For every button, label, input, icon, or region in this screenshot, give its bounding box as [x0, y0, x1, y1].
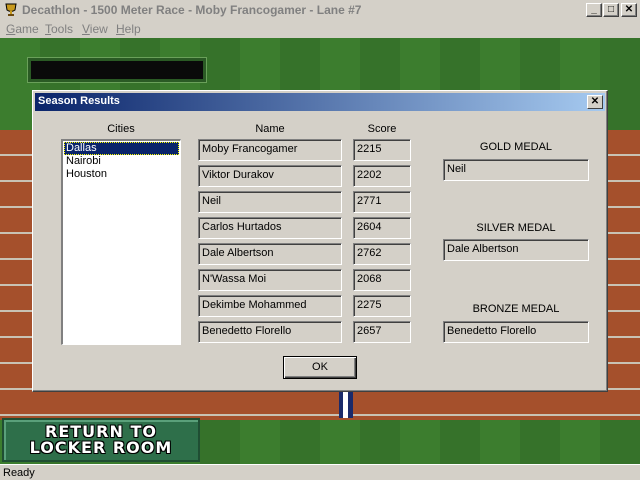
bronze-medal-label: BRONZE MEDAL: [472, 303, 560, 315]
dialog-title: Season Results: [38, 95, 120, 107]
title-bar: Decathlon - 1500 Meter Race - Moby Franc…: [0, 0, 640, 20]
menu-tools[interactable]: Tools: [45, 22, 73, 36]
lane-marker: [339, 392, 353, 418]
score-field-6: 2068: [353, 269, 411, 291]
trophy-app-icon: [5, 3, 17, 16]
bronze-medal-field: Benedetto Florello: [443, 321, 589, 343]
score-field-2: 2202: [353, 165, 411, 187]
score-header: Score: [367, 123, 397, 135]
locker-label-line2: LOCKER ROOM: [29, 438, 173, 457]
minimize-button[interactable]: _: [586, 3, 602, 17]
score-field-7: 2275: [353, 295, 411, 317]
dialog-title-bar: Season Results ✕: [35, 93, 605, 111]
name-field-2: Viktor Durakov: [198, 165, 342, 187]
score-field-1: 2215: [353, 139, 411, 161]
name-field-1: Moby Francogamer: [198, 139, 342, 161]
return-to-locker-room-button[interactable]: RETURN TO LOCKER ROOM: [2, 418, 200, 462]
name-header: Name: [255, 123, 285, 135]
maximize-button[interactable]: □: [603, 3, 619, 17]
season-results-dialog: Season Results ✕ Cities Name Score Dalla…: [32, 90, 608, 392]
city-item-houston[interactable]: Houston: [64, 168, 179, 181]
name-field-8: Benedetto Florello: [198, 321, 342, 343]
status-text: Ready: [3, 467, 35, 479]
close-button[interactable]: ✕: [621, 3, 637, 17]
cities-header: Cities: [107, 123, 135, 135]
menu-bar: Game Tools View Help: [0, 20, 640, 38]
score-field-3: 2771: [353, 191, 411, 213]
name-field-6: N'Wassa Moi: [198, 269, 342, 291]
gold-medal-label: GOLD MEDAL: [479, 141, 553, 153]
name-field-4: Carlos Hurtados: [198, 217, 342, 239]
city-item-dallas[interactable]: Dallas: [64, 142, 179, 155]
silver-medal-label: SILVER MEDAL: [476, 222, 556, 234]
window-title: Decathlon - 1500 Meter Race - Moby Franc…: [22, 3, 362, 17]
name-field-5: Dale Albertson: [198, 243, 342, 265]
menu-view[interactable]: View: [82, 22, 108, 36]
ok-button[interactable]: OK: [283, 356, 357, 379]
silver-medal-field: Dale Albertson: [443, 239, 589, 261]
score-field-4: 2604: [353, 217, 411, 239]
menu-game[interactable]: Game: [6, 22, 39, 36]
cities-listbox[interactable]: Dallas Nairobi Houston: [61, 139, 181, 345]
score-field-8: 2657: [353, 321, 411, 343]
dialog-close-button[interactable]: ✕: [587, 95, 603, 109]
name-field-3: Neil: [198, 191, 342, 213]
scoreboard-panel: [28, 58, 206, 82]
menu-help[interactable]: Help: [116, 22, 141, 36]
city-item-nairobi[interactable]: Nairobi: [64, 155, 179, 168]
name-field-7: Dekimbe Mohammed: [198, 295, 342, 317]
score-field-5: 2762: [353, 243, 411, 265]
status-bar: Ready: [0, 464, 640, 480]
gold-medal-field: Neil: [443, 159, 589, 181]
